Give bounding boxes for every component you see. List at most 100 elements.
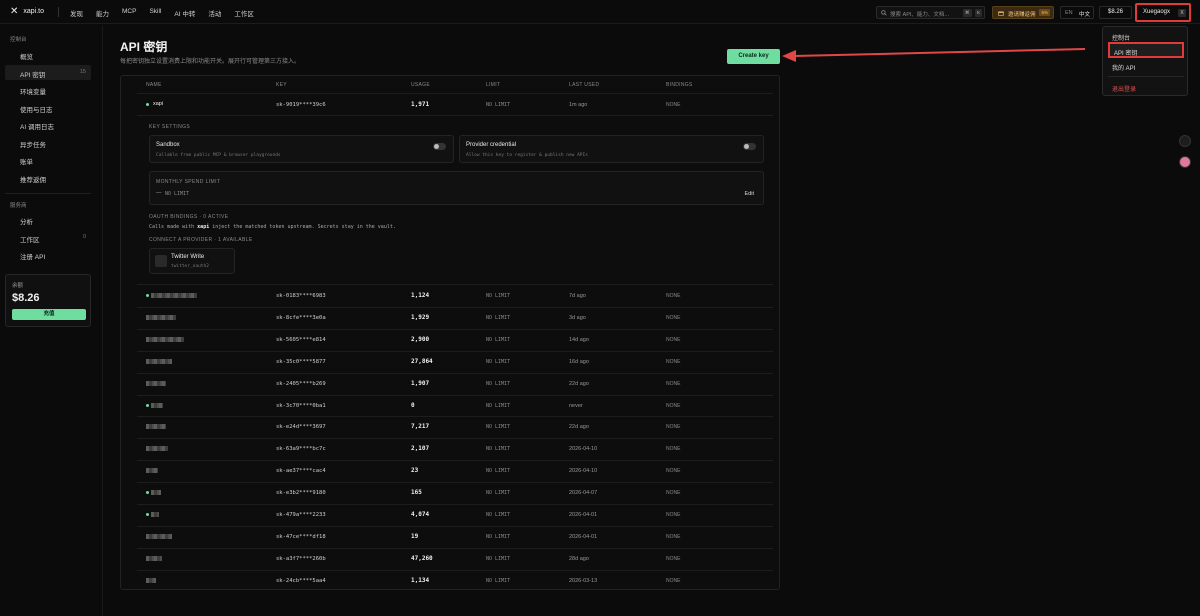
balance-label: 余额 [12,283,24,289]
menu-item-my-api[interactable]: 我的 API [1108,59,1184,73]
sidebar-item-ai-logs[interactable]: AI 调用日志 [5,117,91,132]
key-bindings: NONE [666,380,681,387]
annotation-arrow [782,48,1086,62]
menu-item-console[interactable]: 控制台 [1108,29,1184,43]
sidebar-item-count: 0 [82,234,86,240]
key-last-used: 1m ago [569,102,588,108]
sidebar-item-register-api[interactable]: 注册 API [5,247,91,262]
key-usage: 0 [411,401,415,409]
key-value[interactable]: sk-5605****e814 [276,337,326,343]
key-value[interactable]: sk-24cb****5aa4 [276,578,326,584]
nav-mcp[interactable]: MCP [122,8,136,18]
key-bindings: NONE [666,512,681,518]
redacted-key-name [151,402,163,408]
balance-value: $8.26 [12,292,40,304]
key-value[interactable]: sk-8cfe****3e0a [276,315,326,321]
chat-icon[interactable] [1179,135,1191,147]
create-key-button[interactable]: Create key [727,49,780,64]
language-switch[interactable]: EN 中文 [1060,6,1094,19]
key-limit: NO LIMIT [486,533,511,540]
invite-button[interactable]: 邀请赚返佣 5% [992,6,1054,19]
header-divider [137,93,773,94]
key-value[interactable]: sk-479a****2233 [276,512,326,518]
sidebar-item-billing[interactable]: 账单 [5,152,91,167]
key-settings-heading: KEY SETTINGS [149,124,191,130]
sidebar-item-workspace[interactable]: 工作区 0 [5,230,91,245]
key-value[interactable]: sk-e24d****3697 [276,424,326,430]
top-bar: ✕ xapi.to 发现 能力 MCP Skill AI 中转 活动 工作区 搜… [0,0,1200,24]
search-icon [881,10,887,16]
assistant-icon[interactable] [1179,156,1191,168]
sidebar-item-usage-logs[interactable]: 使用与日志 [5,100,91,115]
sidebar-item-label: 环境变量 [20,89,46,96]
oauth-desc-prefix: Calls made with [149,224,198,230]
nav-events[interactable]: 活动 [208,8,221,18]
key-last-used: 14d ago [569,336,589,343]
invite-label: 邀请赚返佣 [1008,12,1036,18]
search-input[interactable]: 搜索 API、能力、文档... ⌘ K [876,6,985,19]
key-value[interactable]: sk-a3f7****260b [276,556,326,562]
menu-item-label: 控制台 [1112,36,1131,42]
sandbox-title: Sandbox [156,142,180,148]
key-limit: NO LIMIT [486,336,511,343]
column-header-bindings: BINDINGS [666,82,693,88]
key-value[interactable]: sk-9019****39c6 [276,102,326,108]
key-last-used: 2026-04-01 [569,533,598,540]
key-value[interactable]: sk-2405****b269 [276,381,326,387]
lang-en[interactable]: EN [1065,10,1073,16]
key-value[interactable]: sk-3c70****0ba1 [276,403,326,409]
row-divider [137,482,773,484]
key-settings-panel: KEY SETTINGS Sandbox Callable from publi… [137,116,773,284]
key-value[interactable]: sk-0183****6983 [276,293,326,299]
sandbox-toggle[interactable] [433,143,446,150]
sidebar-item-label: 账单 [20,159,33,166]
spend-limit-heading: MONTHLY SPEND LIMIT [156,179,221,185]
row-divider [137,547,773,549]
sidebar-item-overview[interactable]: 概览 [5,47,91,62]
api-keys-table: NAME KEY USAGE LIMIT LAST USED BINDINGS … [120,75,780,590]
sidebar-item-count: 15 [79,69,86,75]
nav-ai-relay[interactable]: AI 中转 [174,8,195,18]
sandbox-setting: Sandbox Callable from public MCP & brows… [149,135,454,163]
active-dot [146,103,149,106]
key-last-used: 22d ago [569,424,589,431]
key-value[interactable]: sk-35c0****5877 [276,359,326,365]
key-value[interactable]: sk-47ce****df18 [276,534,326,540]
provider-card-twitter-write[interactable]: Twitter Write twitter_oauth2 [149,248,235,274]
redacted-key-name [146,446,168,452]
key-usage: 1,907 [411,379,430,387]
key-usage: 4,074 [411,511,430,518]
nav-discover[interactable]: 发现 [70,8,83,18]
row-divider [137,438,773,440]
nav-skill[interactable]: Skill [149,8,161,18]
redacted-key-name [146,424,166,430]
menu-item-logout[interactable]: 退出登录 [1108,80,1184,94]
key-bindings: NONE [666,314,681,321]
sidebar-item-referral[interactable]: 推荐返佣 [5,170,91,185]
lang-zh[interactable]: 中文 [1079,10,1090,18]
user-name: Xuegaogx [1143,9,1171,15]
logo-text: xapi.to [23,8,45,15]
spend-limit-value: NO LIMIT [165,191,190,197]
topup-button[interactable]: 充值 [12,309,86,320]
balance-badge[interactable]: $8.26 [1099,6,1132,19]
key-value[interactable]: sk-e3b2****9180 [276,490,326,496]
redacted-key-name [146,468,158,474]
provider-credential-toggle[interactable] [743,143,756,150]
row-divider [137,328,773,330]
menu-item-api-keys[interactable]: API 密钥 [1108,42,1184,58]
user-menu-button[interactable]: Xuegaogx X [1135,3,1191,22]
column-header-name: NAME [146,82,162,88]
logo[interactable]: ✕ xapi.to [10,6,44,17]
key-value[interactable]: sk-63a9****bc7c [276,446,326,452]
edit-spend-limit-button[interactable]: Edit [745,191,754,197]
sidebar-item-analytics[interactable]: 分析 [5,212,91,227]
nav-capabilities[interactable]: 能力 [96,8,109,18]
nav-workspace[interactable]: 工作区 [234,8,254,18]
sidebar-item-api-keys[interactable]: API 密钥 15 [5,65,91,80]
key-value[interactable]: sk-ae37****cac4 [276,468,326,474]
invite-badge: 5% [1039,9,1050,16]
sidebar-item-env-vars[interactable]: 环境变量 [5,82,91,97]
sidebar-item-async-tasks[interactable]: 异步任务 [5,135,91,150]
row-divider [137,306,773,308]
